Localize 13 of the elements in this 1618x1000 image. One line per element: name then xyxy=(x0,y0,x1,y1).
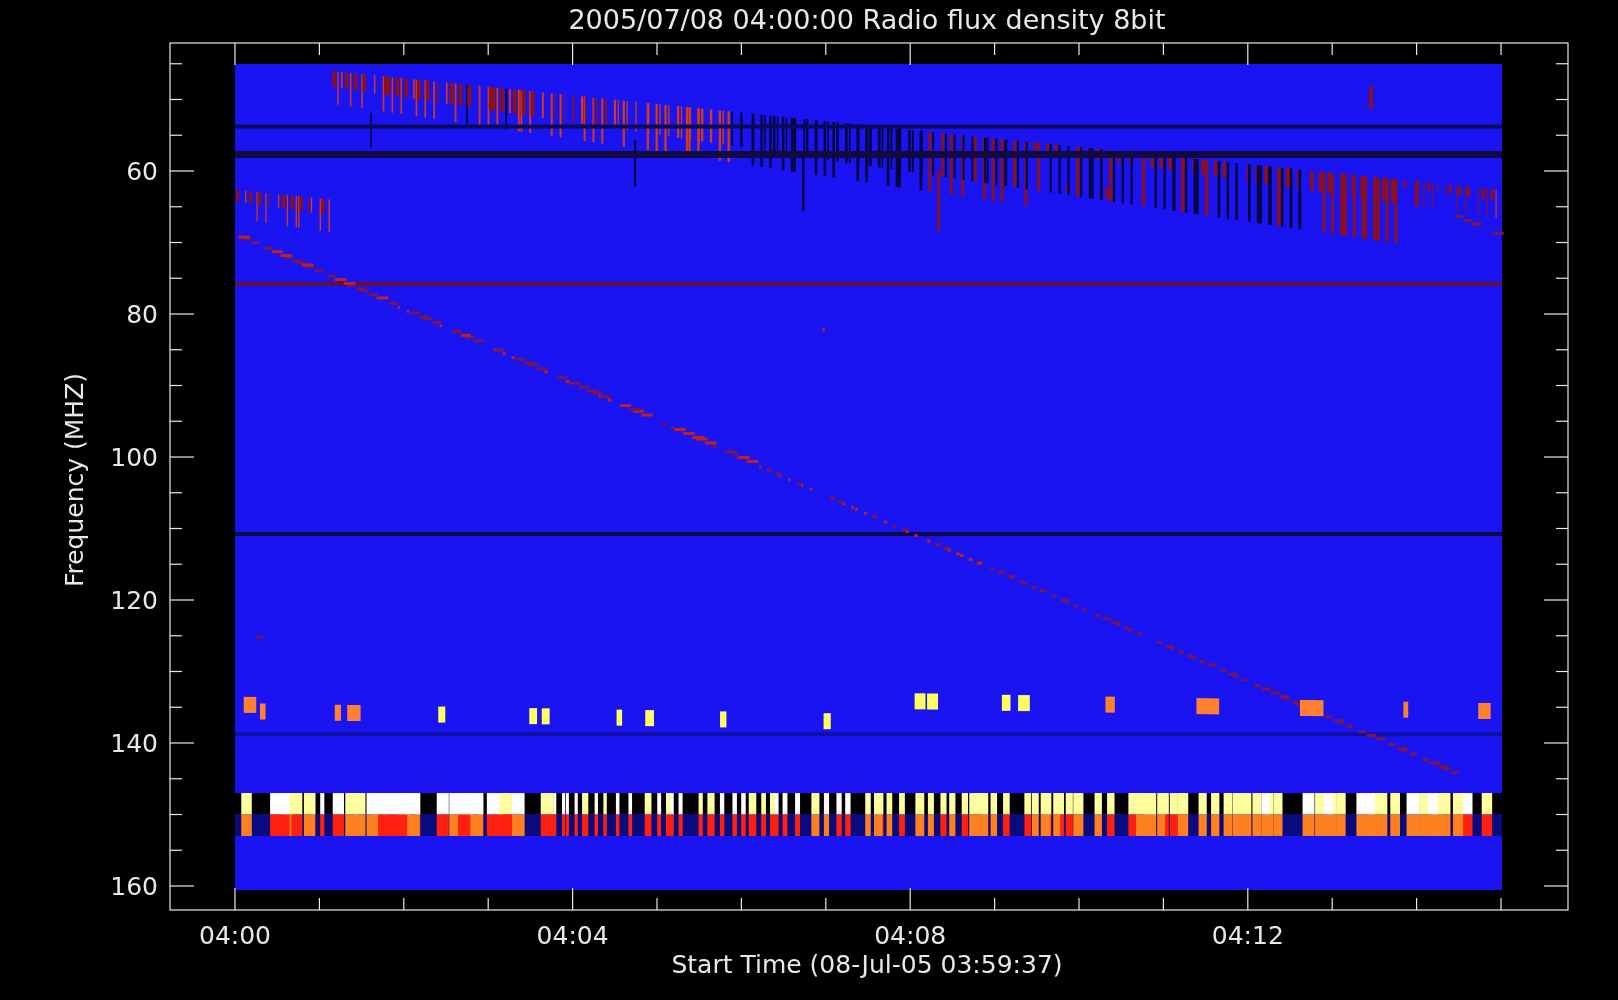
x-tick-label: 04:08 xyxy=(874,923,947,948)
x-tick-label: 04:12 xyxy=(1211,923,1284,948)
y-tick-label: 100 xyxy=(110,444,158,470)
chart-title: 2005/07/08 04:00:00 Radio flux density 8bit xyxy=(568,6,1166,33)
x-tick-label: 04:04 xyxy=(536,923,609,948)
y-tick-label: 60 xyxy=(126,158,158,184)
y-tick-label: 80 xyxy=(126,301,158,327)
y-axis-label: Frequency (MHZ) xyxy=(61,372,87,588)
x-tick-label: 04:00 xyxy=(199,923,271,948)
y-tick-label: 140 xyxy=(110,730,158,756)
y-tick-label: 120 xyxy=(110,587,158,613)
y-tick-label: 160 xyxy=(110,873,158,899)
x-axis-label: Start Time (08-Jul-05 03:59:37) xyxy=(671,952,1063,977)
